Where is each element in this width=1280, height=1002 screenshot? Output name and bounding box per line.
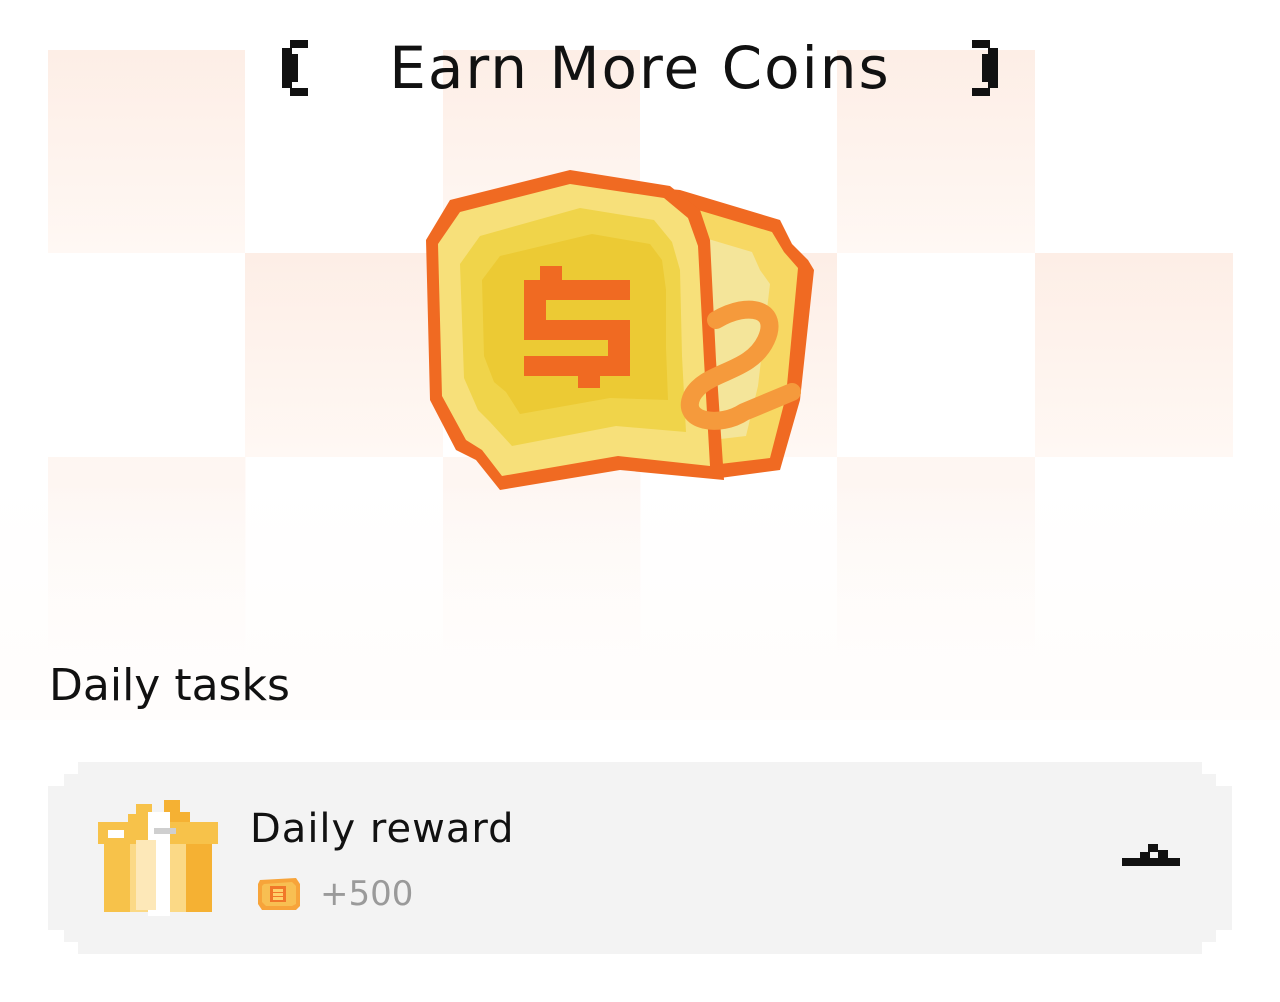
- checker-cell: [245, 253, 444, 458]
- coin-icon: [258, 878, 300, 910]
- reward-value: +500: [320, 874, 414, 914]
- task-name: Daily reward: [250, 806, 515, 852]
- checker-cell: [837, 253, 1036, 458]
- earn-coins-page: Earn More Coins Daily tasks Daily reward…: [0, 0, 1280, 1002]
- page-title: Earn More Coins: [389, 34, 891, 102]
- page-header: Earn More Coins: [0, 30, 1280, 110]
- claim-icon[interactable]: [1122, 838, 1180, 868]
- checker-cell: [1034, 253, 1233, 458]
- checker-cell: [48, 253, 246, 458]
- right-bracket-icon: [972, 40, 998, 96]
- task-reward: +500: [256, 874, 413, 914]
- task-card-daily-reward[interactable]: Daily reward +500: [48, 762, 1232, 954]
- coin-stack-icon: [426, 170, 814, 490]
- section-title: Daily tasks: [49, 660, 290, 711]
- front-coin: [426, 170, 724, 490]
- gift-icon: [98, 800, 218, 916]
